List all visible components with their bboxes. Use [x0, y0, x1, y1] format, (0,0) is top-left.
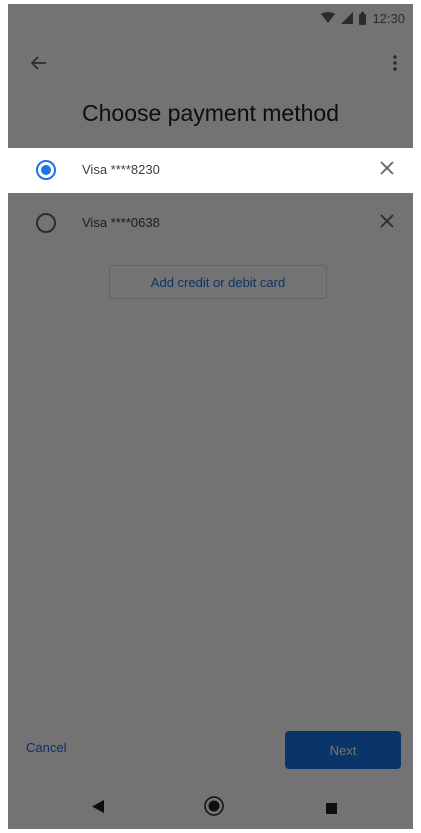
- nav-recent-icon[interactable]: [326, 801, 337, 819]
- more-vert-icon: [393, 54, 397, 76]
- nav-back-icon[interactable]: [92, 800, 104, 818]
- selected-payment-label: Visa ****8230: [82, 162, 160, 177]
- wifi-icon: [321, 12, 336, 24]
- status-time: 12:30: [372, 10, 405, 26]
- remove-payment-button[interactable]: [375, 211, 399, 235]
- payment-method-label: Visa ****0638: [82, 215, 160, 230]
- cancel-button[interactable]: Cancel: [26, 740, 66, 755]
- status-bar: 12:30: [8, 4, 413, 32]
- phone-screen: 12:30 Choose payment method Visa ****823…: [8, 4, 413, 829]
- radio-button-selected[interactable]: [36, 160, 56, 180]
- payment-method-row[interactable]: Visa ****0638: [8, 198, 413, 248]
- battery-icon: [359, 11, 367, 25]
- back-button[interactable]: [24, 50, 54, 80]
- app-bar: [8, 50, 413, 80]
- page-title: Choose payment method: [82, 100, 339, 126]
- nav-home-icon[interactable]: [204, 796, 224, 821]
- navigation-bar: [8, 785, 413, 829]
- device-frame: 12:30 Choose payment method Visa ****823…: [0, 0, 421, 833]
- next-button[interactable]: Next: [285, 731, 401, 769]
- close-icon: [380, 160, 394, 180]
- close-icon: [380, 213, 394, 233]
- add-card-button[interactable]: Add credit or debit card: [109, 265, 327, 299]
- modal-scrim: [8, 4, 413, 829]
- more-options-button[interactable]: [383, 50, 407, 80]
- radio-button[interactable]: [36, 213, 56, 233]
- remove-selected-button[interactable]: [375, 158, 399, 182]
- cell-signal-icon: [341, 12, 354, 24]
- selected-payment-row[interactable]: Visa ****8230: [8, 148, 413, 193]
- arrow-back-icon: [30, 55, 47, 75]
